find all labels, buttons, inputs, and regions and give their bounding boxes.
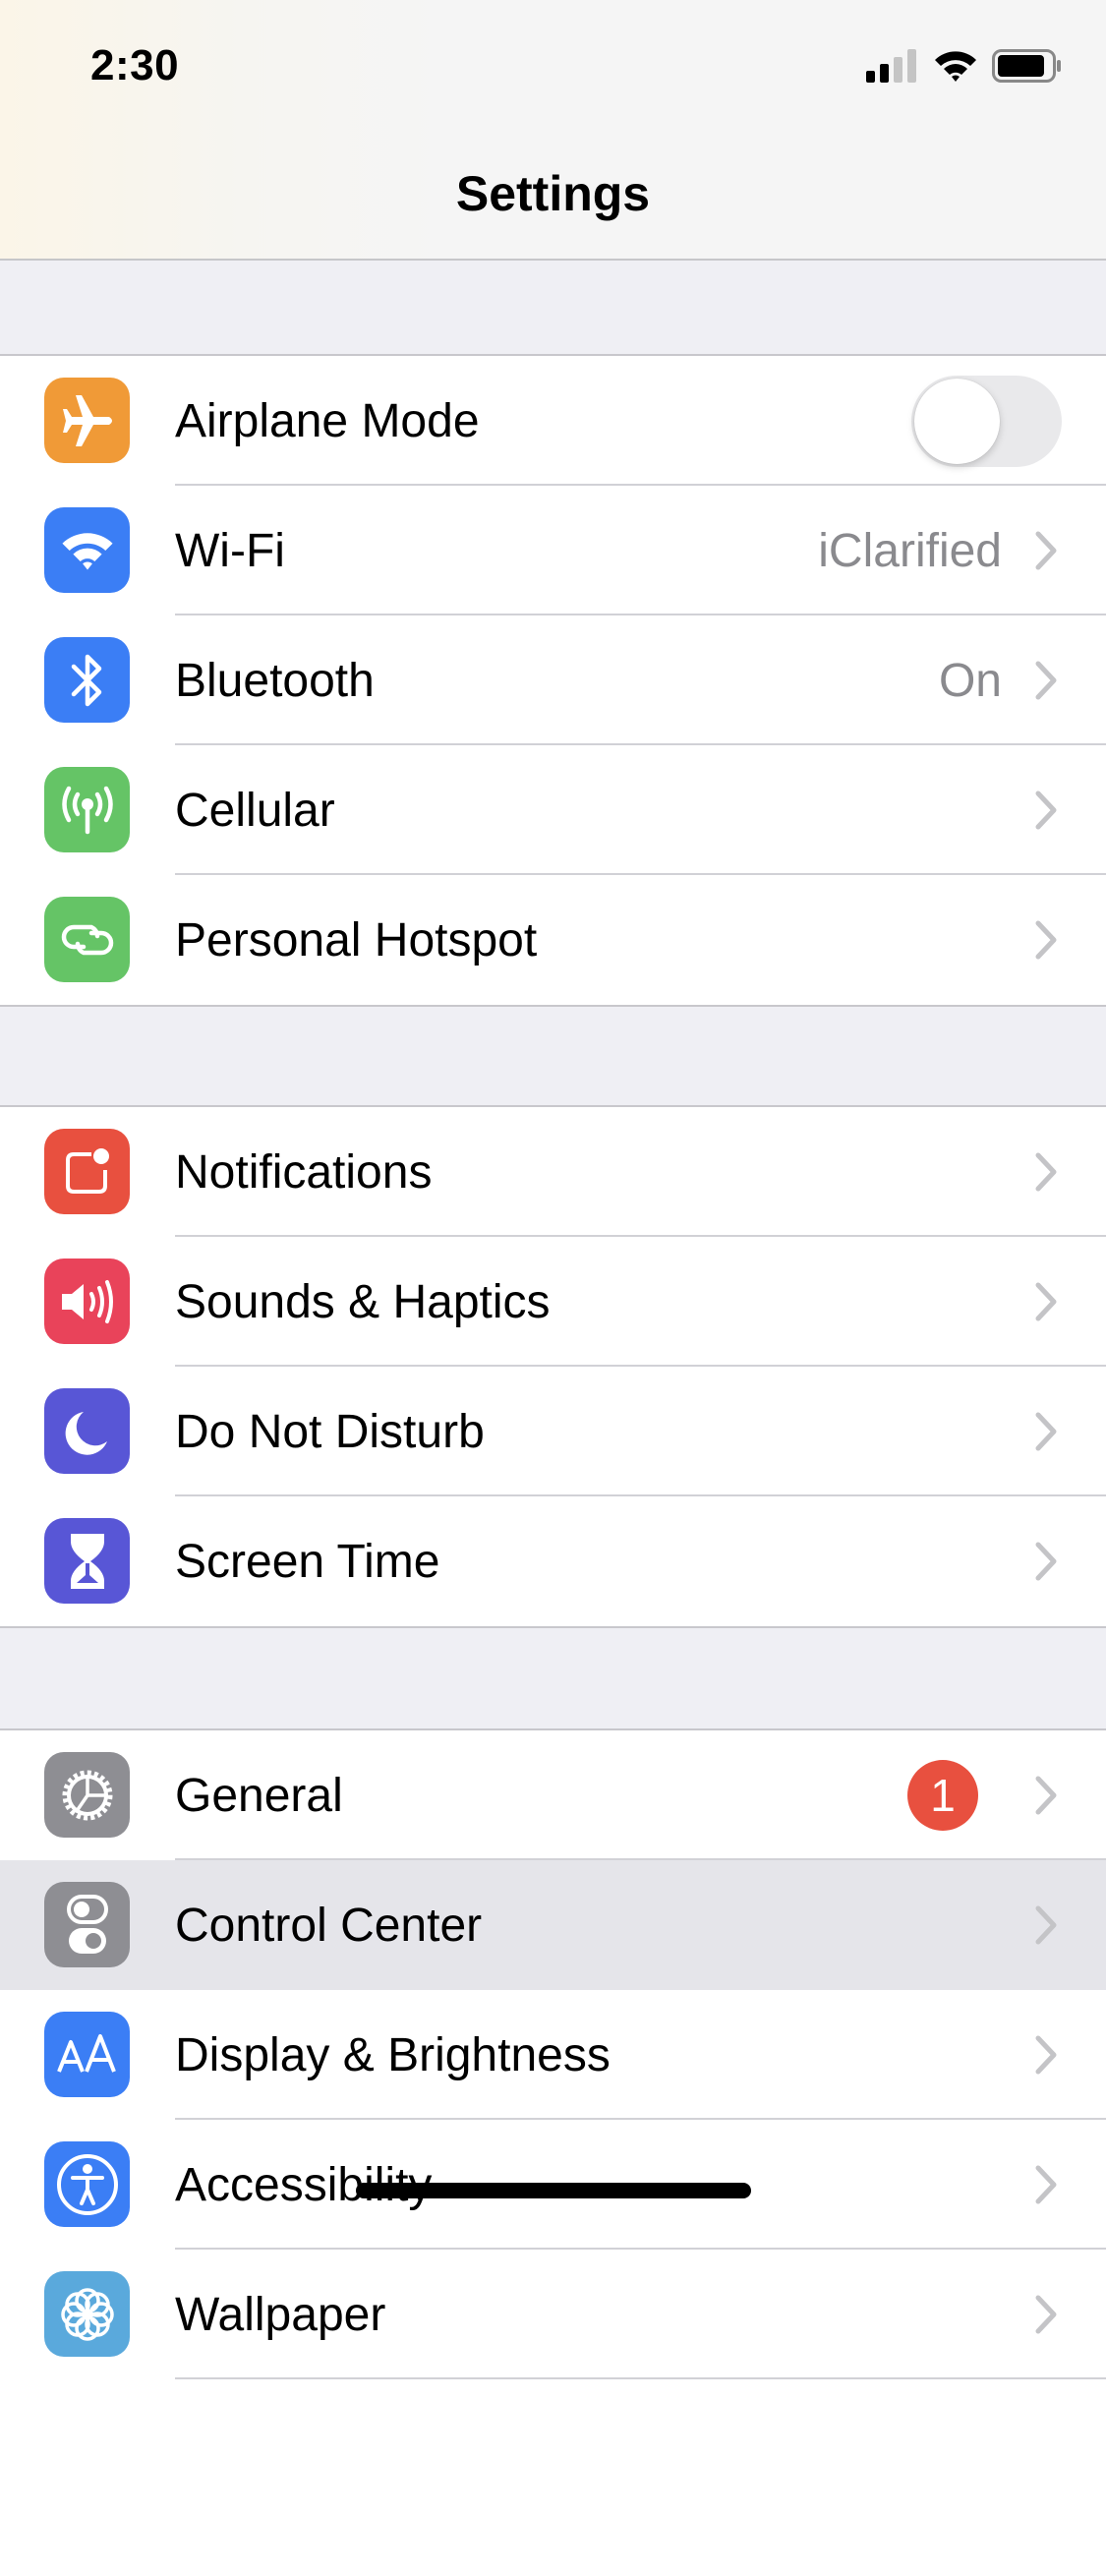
settings-row-bluetooth[interactable]: Bluetooth On bbox=[0, 615, 1106, 745]
wifi-network-value: iClarified bbox=[818, 524, 1002, 577]
chevron-right-icon bbox=[1035, 1542, 1057, 1581]
cellular-signal-icon bbox=[866, 49, 916, 83]
link-icon bbox=[44, 897, 130, 982]
settings-row-wallpaper[interactable]: Wallpaper bbox=[0, 2250, 1106, 2379]
settings-row-cellular[interactable]: Cellular bbox=[0, 745, 1106, 875]
settings-row-do-not-disturb[interactable]: Do Not Disturb bbox=[0, 1367, 1106, 1496]
row-label: Display & Brightness bbox=[175, 2028, 611, 2081]
row-label: Sounds & Haptics bbox=[175, 1275, 551, 1328]
wifi-status-icon bbox=[935, 51, 976, 82]
row-label: Control Center bbox=[175, 1899, 483, 1952]
status-icons bbox=[866, 49, 1063, 83]
status-time: 2:30 bbox=[90, 41, 180, 89]
airplane-mode-toggle[interactable] bbox=[911, 376, 1062, 467]
settings-row-display-brightness[interactable]: Display & Brightness bbox=[0, 1990, 1106, 2120]
chevron-right-icon bbox=[1035, 2295, 1057, 2334]
chevron-right-icon bbox=[1035, 661, 1057, 700]
update-badge: 1 bbox=[907, 1760, 978, 1831]
chevron-right-icon bbox=[1035, 1412, 1057, 1451]
flower-icon bbox=[44, 2271, 130, 2357]
settings-group-notifications: Notifications Sounds & Haptics Do Not Di… bbox=[0, 1105, 1106, 1628]
settings-row-control-center[interactable]: Control Center bbox=[0, 1860, 1106, 1990]
antenna-icon bbox=[44, 767, 130, 852]
chevron-right-icon bbox=[1035, 1905, 1057, 1945]
airplane-icon bbox=[44, 378, 130, 463]
row-label: Do Not Disturb bbox=[175, 1405, 485, 1458]
row-label: Bluetooth bbox=[175, 654, 375, 707]
notification-icon bbox=[44, 1129, 130, 1214]
settings-group-connectivity: Airplane Mode Wi-Fi iClarified Bluetooth… bbox=[0, 354, 1106, 1007]
chevron-right-icon bbox=[1035, 2165, 1057, 2204]
moon-icon bbox=[44, 1388, 130, 1474]
row-label: Notifications bbox=[175, 1145, 433, 1199]
row-label: Wi-Fi bbox=[175, 524, 285, 577]
home-indicator[interactable] bbox=[356, 2183, 751, 2198]
switches-icon bbox=[44, 1882, 130, 1967]
settings-group-general: General 1 Control Center Display & Brigh… bbox=[0, 1728, 1106, 2576]
chevron-right-icon bbox=[1035, 1152, 1057, 1192]
row-label: General bbox=[175, 1769, 343, 1822]
speaker-icon bbox=[44, 1259, 130, 1344]
navigation-header: 2:30 Settings bbox=[0, 0, 1106, 261]
settings-row-next-partial bbox=[0, 2379, 1106, 2576]
battery-icon bbox=[992, 49, 1061, 83]
gear-icon bbox=[44, 1752, 130, 1838]
row-label: Personal Hotspot bbox=[175, 913, 538, 966]
settings-row-screen-time[interactable]: Screen Time bbox=[0, 1496, 1106, 1626]
bluetooth-status-value: On bbox=[938, 654, 1002, 707]
chevron-right-icon bbox=[1035, 1282, 1057, 1321]
settings-row-general[interactable]: General 1 bbox=[0, 1730, 1106, 1860]
bluetooth-icon bbox=[44, 637, 130, 723]
settings-row-airplane-mode[interactable]: Airplane Mode bbox=[0, 356, 1106, 486]
row-label: Airplane Mode bbox=[175, 394, 480, 447]
chevron-right-icon bbox=[1035, 790, 1057, 830]
settings-row-notifications[interactable]: Notifications bbox=[0, 1107, 1106, 1237]
settings-row-personal-hotspot[interactable]: Personal Hotspot bbox=[0, 875, 1106, 1005]
chevron-right-icon bbox=[1035, 531, 1057, 570]
text-size-icon bbox=[44, 2012, 130, 2097]
settings-row-sounds-haptics[interactable]: Sounds & Haptics bbox=[0, 1237, 1106, 1367]
chevron-right-icon bbox=[1035, 1776, 1057, 1815]
toggle-knob bbox=[914, 379, 1000, 464]
row-label: Wallpaper bbox=[175, 2288, 386, 2341]
settings-row-wifi[interactable]: Wi-Fi iClarified bbox=[0, 486, 1106, 615]
hourglass-icon bbox=[44, 1518, 130, 1604]
page-title: Settings bbox=[455, 166, 651, 221]
accessibility-icon bbox=[44, 2141, 130, 2227]
wifi-icon bbox=[44, 507, 130, 593]
row-label: Screen Time bbox=[175, 1535, 440, 1588]
chevron-right-icon bbox=[1035, 920, 1057, 960]
row-label: Cellular bbox=[175, 784, 335, 837]
chevron-right-icon bbox=[1035, 2035, 1057, 2075]
